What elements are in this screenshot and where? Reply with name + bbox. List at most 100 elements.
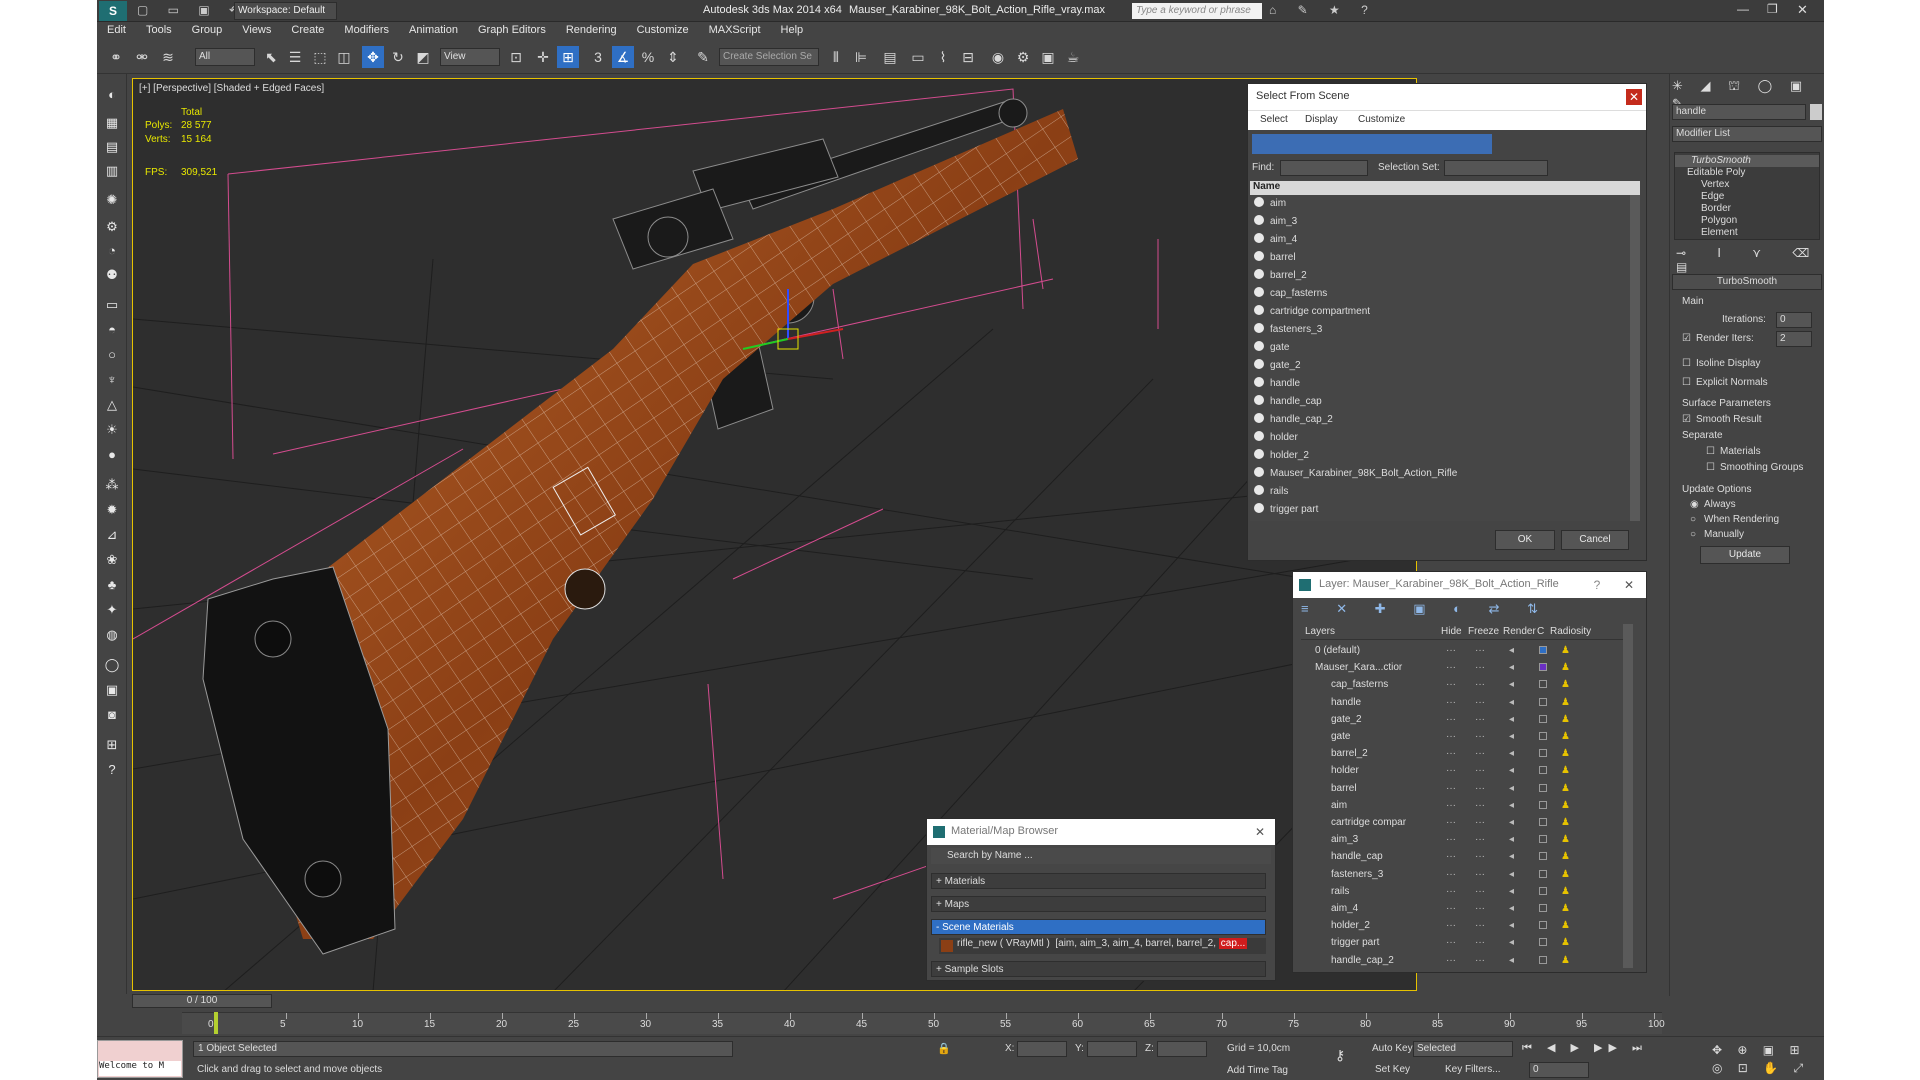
- vray-sun-icon[interactable]: ☀: [101, 419, 123, 441]
- hide-icon[interactable]: ···: [1446, 762, 1456, 779]
- hide-icon[interactable]: ···: [1446, 814, 1456, 831]
- vray-tool-icon-2[interactable]: ▦: [101, 112, 123, 134]
- freeze-icon[interactable]: ···: [1475, 762, 1485, 779]
- object-list[interactable]: aim aim_3 aim_4 barrel barrel_2 cap_fasterns c…: [1250, 195, 1630, 521]
- align-icon[interactable]: ⊫: [850, 46, 872, 68]
- infocenter-icons[interactable]: ⌂ ✎ ★ ?: [1269, 3, 1377, 17]
- vray-tool-icon-5[interactable]: ⚙: [101, 216, 123, 238]
- table-row[interactable]: gate_2 ··· ··· ◂ ♟: [1301, 711, 1623, 728]
- schematic-view-icon[interactable]: ⊟: [957, 46, 979, 68]
- vray-tool-icon-6[interactable]: ◔: [101, 240, 123, 262]
- vray-tool-icon-16[interactable]: ▣: [101, 679, 123, 701]
- list-item[interactable]: cartridge compartment: [1250, 303, 1630, 321]
- playback-controls[interactable]: ⏮ ◀ ▶ ▶▶ ⏭: [1522, 1041, 1648, 1055]
- vray-tool-icon-17[interactable]: ◙: [101, 704, 123, 726]
- when-rendering-radio[interactable]: ○: [1690, 514, 1696, 525]
- vray-sphere-icon[interactable]: ○: [101, 344, 123, 366]
- iterations-spinner[interactable]: 0: [1776, 312, 1812, 328]
- render-icon[interactable]: ◂: [1509, 694, 1514, 711]
- freeze-icon[interactable]: ···: [1475, 694, 1485, 711]
- app-logo-icon[interactable]: S: [99, 1, 127, 21]
- color-swatch[interactable]: [1539, 749, 1547, 758]
- object-color-swatch[interactable]: [1810, 104, 1822, 120]
- radiosity-icon[interactable]: ♟: [1561, 917, 1570, 934]
- table-row[interactable]: aim_4 ··· ··· ◂ ♟: [1301, 900, 1623, 917]
- help-icon[interactable]: ?: [101, 759, 123, 781]
- vray-dome-icon[interactable]: ◓: [101, 319, 123, 341]
- color-swatch[interactable]: [1539, 852, 1547, 861]
- render-icon[interactable]: ◂: [1509, 642, 1514, 659]
- col-radiosity[interactable]: Radiosity: [1550, 626, 1591, 637]
- render-icon[interactable]: ◂: [1509, 728, 1514, 745]
- radiosity-icon[interactable]: ♟: [1561, 934, 1570, 951]
- col-hide[interactable]: Hide: [1441, 626, 1462, 637]
- hide-icon[interactable]: ···: [1446, 866, 1456, 883]
- smooth-result-checkbox[interactable]: ☑: [1682, 414, 1691, 425]
- isoline-checkbox[interactable]: ☐: [1682, 358, 1691, 369]
- close-icon[interactable]: ✕: [1797, 2, 1808, 18]
- layer-manager-icon[interactable]: ▤: [879, 46, 901, 68]
- color-swatch[interactable]: [1539, 904, 1547, 912]
- render-icon[interactable]: ◂: [1509, 848, 1514, 865]
- scale-icon[interactable]: ◩: [412, 46, 434, 68]
- modifier-stack-item[interactable]: Element: [1675, 227, 1819, 239]
- freeze-icon[interactable]: ···: [1475, 745, 1485, 762]
- table-row[interactable]: handle ··· ··· ◂ ♟: [1301, 694, 1623, 711]
- hide-icon[interactable]: ···: [1446, 780, 1456, 797]
- menu-animation[interactable]: Animation: [399, 22, 468, 36]
- hide-icon[interactable]: ···: [1446, 676, 1456, 693]
- vray-tool-icon-14[interactable]: ◍: [101, 624, 123, 646]
- render-iters-spinner[interactable]: 2: [1776, 331, 1812, 347]
- menu-display[interactable]: Display: [1305, 114, 1338, 125]
- material-editor-icon[interactable]: ◉: [987, 46, 1009, 68]
- table-row[interactable]: barrel_2 ··· ··· ◂ ♟: [1301, 745, 1623, 762]
- named-selection-dropdown[interactable]: Create Selection Se: [719, 48, 819, 66]
- render-icon[interactable]: ◂: [1509, 831, 1514, 848]
- freeze-icon[interactable]: ···: [1475, 866, 1485, 883]
- color-swatch[interactable]: [1539, 800, 1547, 809]
- layer-scrollbar[interactable]: [1623, 624, 1633, 968]
- list-item[interactable]: aim_4: [1250, 231, 1630, 249]
- menu-select[interactable]: Select: [1260, 114, 1288, 125]
- list-header[interactable]: Name: [1250, 181, 1640, 195]
- layer-row[interactable]: Mauser_Kara...ctior ··· ··· ◂ ♟: [1301, 659, 1623, 676]
- radiosity-icon[interactable]: ♟: [1561, 745, 1570, 762]
- freeze-icon[interactable]: ···: [1475, 711, 1485, 728]
- group-scene-materials[interactable]: - Scene Materials: [931, 919, 1266, 935]
- menu-edit[interactable]: Edit: [97, 22, 136, 36]
- bind-space-warp-icon[interactable]: ≋: [157, 46, 179, 68]
- color-swatch[interactable]: [1539, 732, 1547, 740]
- color-swatch[interactable]: [1539, 886, 1547, 895]
- hide-icon[interactable]: ···: [1446, 797, 1456, 814]
- radiosity-icon[interactable]: ♟: [1561, 711, 1570, 728]
- hide-icon[interactable]: ···: [1446, 728, 1456, 745]
- modifier-stack-item[interactable]: Polygon: [1675, 215, 1819, 227]
- vray-tool-icon-13[interactable]: ✦: [101, 599, 123, 621]
- list-item[interactable]: gate_2: [1250, 357, 1630, 375]
- freeze-icon[interactable]: ···: [1475, 642, 1485, 659]
- table-row[interactable]: handle_cap_2 ··· ··· ◂ ♟: [1301, 952, 1623, 968]
- render-icon[interactable]: ◂: [1509, 797, 1514, 814]
- angle-snap-icon[interactable]: ∡: [612, 46, 634, 68]
- modifier-list-dropdown[interactable]: Modifier List: [1672, 126, 1822, 142]
- snap-toggle-icon[interactable]: 3: [587, 46, 609, 68]
- curve-editor-icon[interactable]: ⌇: [932, 46, 954, 68]
- unlink-icon[interactable]: ⚮: [131, 46, 153, 68]
- render-icon[interactable]: ◂: [1509, 900, 1514, 917]
- always-radio[interactable]: ◉: [1690, 499, 1699, 510]
- color-swatch[interactable]: [1539, 680, 1547, 689]
- list-item[interactable]: handle_cap: [1250, 393, 1630, 411]
- render-icon[interactable]: ◂: [1509, 676, 1514, 693]
- col-layers[interactable]: Layers: [1305, 626, 1335, 637]
- x-field[interactable]: [1017, 1041, 1067, 1057]
- layer-help-icon[interactable]: ?: [1588, 576, 1606, 594]
- table-row[interactable]: gate ··· ··· ◂ ♟: [1301, 728, 1623, 745]
- menu-rendering[interactable]: Rendering: [556, 22, 627, 36]
- edit-named-selection-icon[interactable]: ✎: [692, 46, 714, 68]
- radiosity-icon[interactable]: ♟: [1561, 831, 1570, 848]
- menu-graph-editors[interactable]: Graph Editors: [468, 22, 556, 36]
- hide-icon[interactable]: ···: [1446, 952, 1456, 968]
- link-icon[interactable]: ⚭: [105, 46, 127, 68]
- hide-icon[interactable]: ···: [1446, 900, 1456, 917]
- layer-toolbar-icons[interactable]: ≡ ✕ ✚ ▣ ◐ ⇄ ⇅: [1301, 601, 1550, 617]
